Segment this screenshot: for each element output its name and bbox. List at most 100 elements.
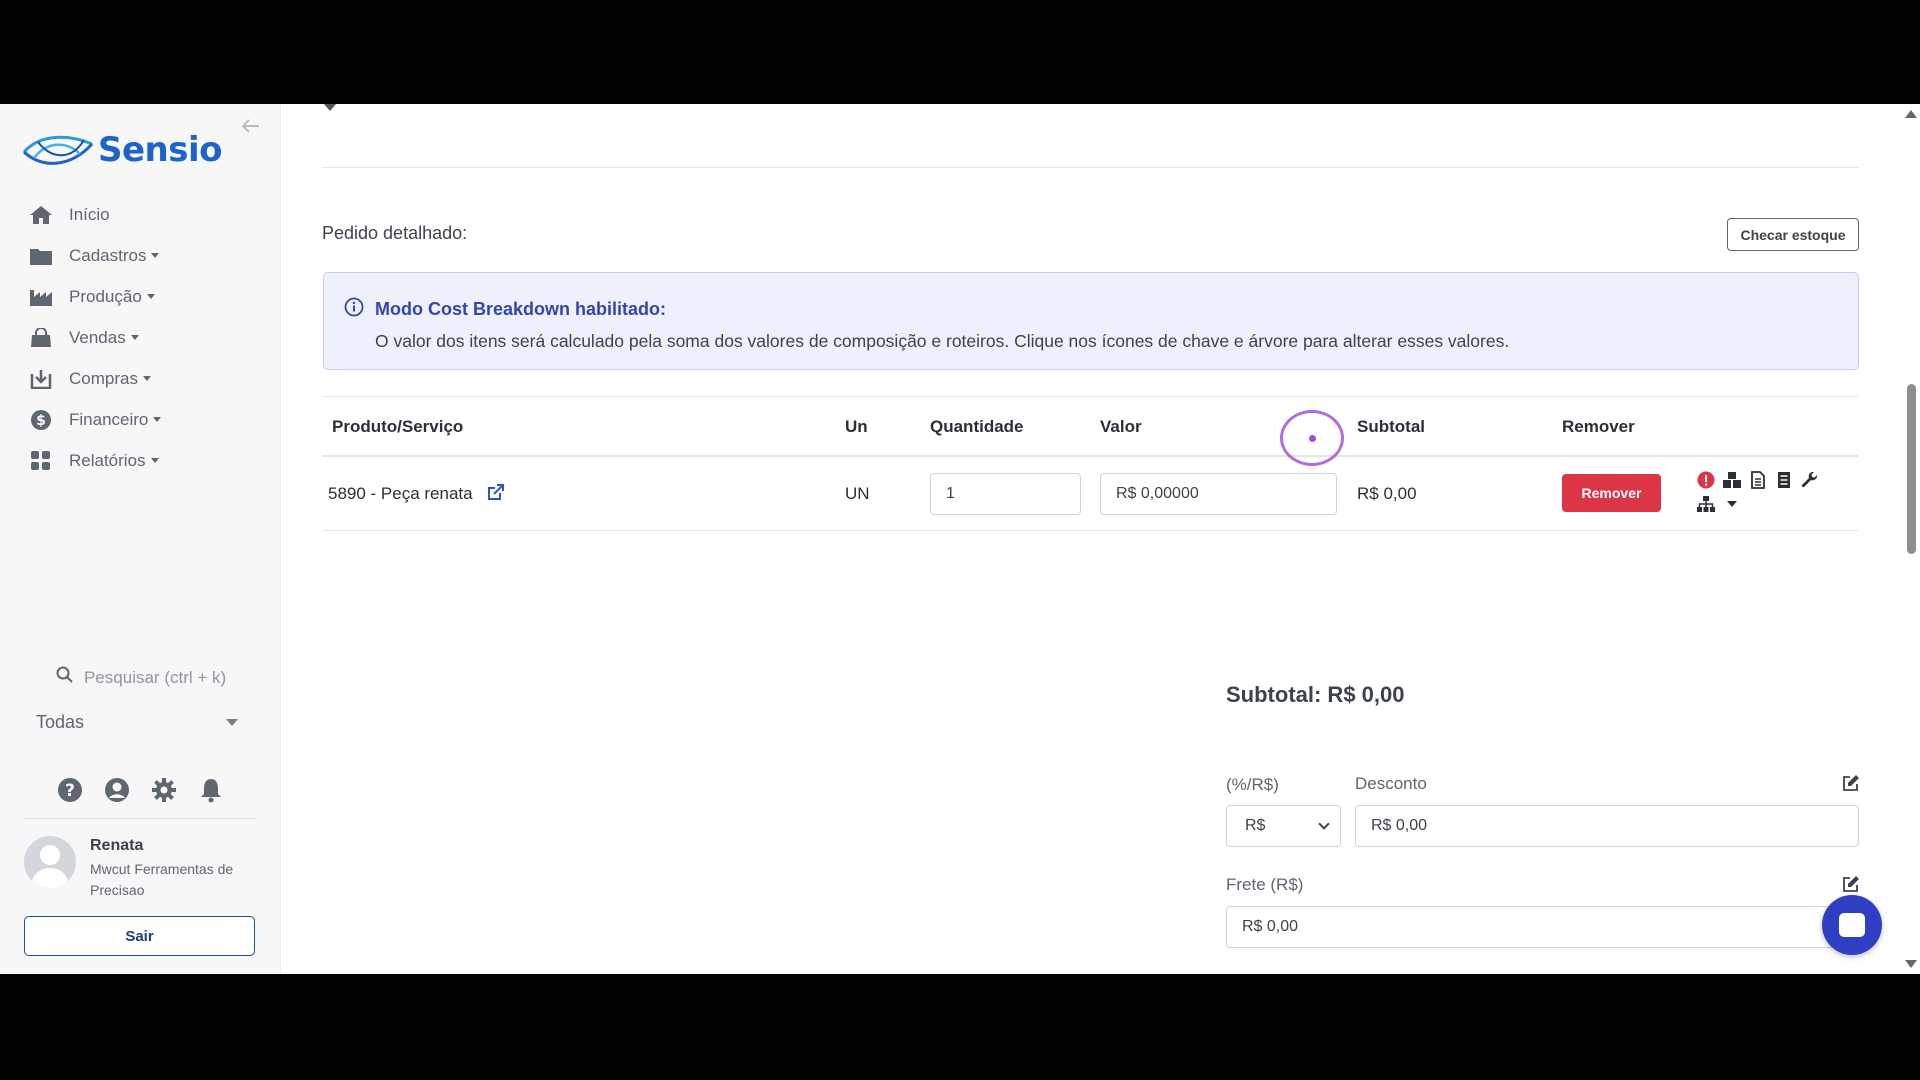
folder-icon [28, 245, 54, 267]
edit-icon[interactable] [1842, 774, 1860, 797]
divider [322, 455, 1858, 457]
company-filter-select[interactable]: Todas [28, 707, 246, 737]
tree-icon[interactable] [1696, 494, 1716, 514]
shopping-bag-icon [28, 327, 54, 349]
freight-input[interactable]: R$ 0,00 [1226, 906, 1859, 948]
caret-down-icon [150, 458, 159, 463]
search-icon [56, 666, 74, 689]
caret-down-icon [146, 294, 155, 299]
logout-button[interactable]: Sair [24, 916, 255, 956]
sidebar-search[interactable]: Pesquisar (ctrl + k) [56, 666, 226, 689]
discount-label: Desconto [1355, 774, 1427, 793]
user-circle-icon[interactable] [103, 776, 130, 803]
main-content: Pedido detalhado: Checar estoque Modo Co… [282, 104, 1900, 974]
nav-item-vendas[interactable]: Vendas [28, 317, 161, 358]
factory-icon [28, 286, 54, 308]
svg-text:?: ? [65, 781, 75, 801]
search-placeholder: Pesquisar (ctrl + k) [84, 667, 227, 687]
svg-text:$: $ [36, 413, 46, 429]
app-window: Sensio Início Cadastros Produção Vendas … [0, 104, 1920, 974]
user-profile: Renata Mwcut Ferramentas de Precisao [24, 836, 240, 901]
chat-icon [1839, 913, 1865, 937]
download-box-icon [28, 368, 54, 390]
list-document-icon[interactable] [1774, 470, 1794, 490]
value-input[interactable]: R$ 0,00000 [1100, 473, 1337, 515]
letterbox-top [0, 0, 1920, 104]
company-filter-value: Todas [36, 711, 85, 732]
column-header-value: Valor [1100, 417, 1142, 436]
section-title: Pedido detalhado: [322, 223, 468, 243]
avatar [24, 836, 76, 888]
user-name: Renata [90, 837, 144, 854]
nav-item-financeiro[interactable]: $ Financeiro [28, 399, 162, 440]
chat-button[interactable] [1822, 895, 1882, 955]
column-header-remove: Remover [1562, 417, 1635, 436]
nav-item-label: Vendas [69, 327, 126, 347]
chevron-down-icon [1318, 818, 1330, 830]
check-stock-button[interactable]: Checar estoque [1727, 218, 1859, 251]
nav-item-cadastros[interactable]: Cadastros [28, 235, 161, 276]
nav-item-label: Cadastros [69, 245, 147, 265]
caret-down-icon [130, 335, 139, 340]
scroll-down-icon[interactable] [1905, 960, 1917, 968]
help-icon[interactable]: ? [56, 776, 83, 803]
caret-down-icon[interactable] [324, 104, 336, 111]
document-icon[interactable] [1748, 470, 1768, 490]
home-icon [28, 204, 54, 226]
alert-body: O valor dos itens será calculado pela so… [375, 331, 1510, 351]
main-nav: Início Cadastros Produção Vendas Compras… [28, 194, 162, 481]
nav-item-compras[interactable]: Compras [28, 358, 161, 399]
subtotal-cell: R$ 0,00 [1357, 484, 1417, 503]
nav-item-label: Produção [69, 286, 142, 306]
brand-name: Sensio [98, 130, 223, 170]
order-subtotal: Subtotal: R$ 0,00 [1226, 682, 1405, 707]
nav-item-label: Financeiro [69, 409, 149, 429]
divider [322, 530, 1858, 531]
gear-icon[interactable] [150, 776, 177, 803]
nav-item-inicio[interactable]: Início [28, 194, 161, 235]
alert-circle-icon[interactable] [1696, 470, 1716, 490]
discount-type-select[interactable]: R$ [1226, 805, 1341, 847]
chevron-down-icon[interactable] [1722, 494, 1742, 514]
discount-type-value: R$ [1245, 817, 1266, 834]
user-info: Renata Mwcut Ferramentas de Precisao [90, 836, 240, 901]
scrollbar-thumb[interactable] [1907, 384, 1916, 554]
external-link-icon[interactable] [487, 484, 505, 506]
nav-item-relatorios[interactable]: Relatórios [28, 440, 161, 481]
column-header-quantity: Quantidade [930, 417, 1024, 436]
table-row-product: 5890 - Peça renata [328, 484, 505, 506]
info-alert: Modo Cost Breakdown habilitado: O valor … [323, 272, 1859, 370]
discount-type-label: (%/R$) [1226, 775, 1279, 794]
column-header-product: Produto/Serviço [332, 417, 464, 436]
info-icon [344, 297, 364, 322]
scroll-up-icon[interactable] [1905, 110, 1917, 118]
sidebar: Sensio Início Cadastros Produção Vendas … [0, 104, 281, 974]
divider [322, 167, 1858, 168]
logo-icon [22, 135, 94, 165]
letterbox-bottom [0, 974, 1920, 1080]
unit-cell: UN [845, 484, 870, 503]
nav-item-label: Compras [69, 368, 138, 388]
divider [322, 396, 1858, 397]
cursor-dot [1309, 435, 1316, 442]
scrollbar[interactable] [1900, 104, 1920, 974]
freight-label: Frete (R$) [1226, 875, 1304, 894]
column-header-unit: Un [845, 417, 868, 436]
nav-item-producao[interactable]: Produção [28, 276, 161, 317]
utility-icons: ? [56, 776, 224, 803]
discount-input[interactable]: R$ 0,00 [1355, 805, 1859, 847]
divider [24, 818, 256, 819]
row-action-icons [1696, 468, 1826, 516]
user-company: Mwcut Ferramentas de Precisao [90, 861, 234, 898]
column-header-subtotal: Subtotal [1357, 417, 1425, 436]
dollar-circle-icon: $ [28, 409, 54, 431]
wrench-icon[interactable] [1800, 470, 1820, 490]
caret-down-icon [226, 718, 238, 726]
bell-icon[interactable] [197, 776, 224, 803]
remove-item-button[interactable]: Remover [1562, 474, 1661, 512]
collapse-sidebar-icon[interactable] [241, 116, 260, 139]
quantity-input[interactable]: 1 [930, 473, 1081, 515]
composition-boxes-icon[interactable] [1722, 470, 1742, 490]
logo[interactable]: Sensio [22, 130, 223, 170]
caret-down-icon [142, 376, 151, 381]
